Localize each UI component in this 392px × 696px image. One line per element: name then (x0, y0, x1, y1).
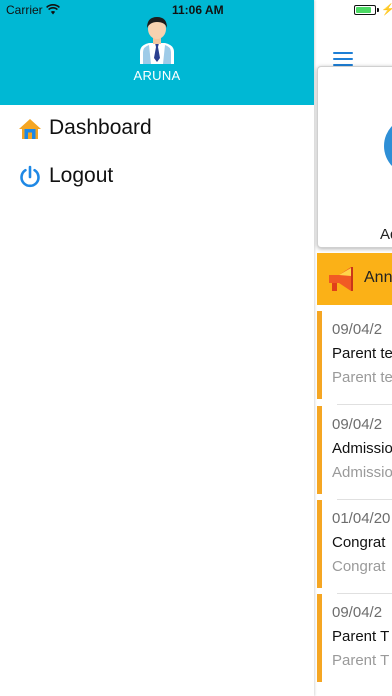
announcement-stripe (317, 406, 322, 494)
announcement-title: Admissio (332, 440, 392, 457)
announcement-title: Parent T (332, 628, 390, 645)
hamburger-icon-line (333, 58, 353, 60)
admin-icon (384, 117, 392, 175)
announcement-description: Parent T (332, 652, 390, 669)
battery-icon (354, 5, 376, 15)
announcement-description: Parent te (332, 369, 392, 386)
announcement-stripe (317, 500, 322, 588)
home-icon (19, 119, 41, 139)
announcement-description: Congrat (332, 558, 386, 575)
power-icon (20, 165, 40, 188)
side-drawer: ARUNA Dashboard Logout (0, 0, 314, 696)
hamburger-icon (333, 52, 353, 54)
admin-card[interactable]: Ad (317, 66, 392, 248)
announcement-title: Congrat (332, 534, 386, 551)
announcement-stripe (317, 594, 322, 682)
carrier-label: Carrier (6, 3, 43, 17)
menu-item-logout[interactable]: Logout (0, 154, 314, 200)
menu-item-label: Dashboard (49, 116, 152, 139)
status-time: 11:06 AM (172, 3, 224, 17)
battery-cap (377, 8, 379, 12)
drawer-username: ARUNA (133, 68, 181, 83)
announcement-item[interactable]: 09/04/2 Parent te Parent te (317, 311, 392, 405)
announcement-date: 01/04/20 (332, 510, 391, 527)
announcement-list: 09/04/2 Parent te Parent te 09/04/2 Admi… (317, 311, 392, 696)
announcement-date: 09/04/2 (332, 416, 383, 433)
megaphone-icon (329, 267, 353, 291)
announcement-date: 09/04/2 (332, 604, 383, 621)
announcement-date: 09/04/2 (332, 321, 383, 338)
announcement-stripe (317, 311, 322, 399)
menu-item-dashboard[interactable]: Dashboard (0, 106, 314, 152)
announcement-description: Admissio (332, 464, 392, 481)
announcement-item[interactable]: 09/04/2 Admissio Admissio (317, 406, 392, 500)
divider (337, 404, 392, 405)
battery-fill (356, 7, 371, 13)
menu-item-label: Logout (49, 164, 114, 187)
announcement-title: Parent te (332, 345, 392, 362)
wifi-icon (46, 4, 60, 15)
announcement-item[interactable]: 09/04/2 Parent T Parent T (317, 594, 392, 682)
status-bar: Carrier 11:06 AM ⚡ (0, 0, 392, 20)
announcement-header-label: Ann (364, 269, 392, 286)
announcement-item[interactable]: 01/04/20 Congrat Congrat (317, 500, 392, 594)
hamburger-menu-button[interactable] (333, 51, 353, 67)
admin-card-label: Ad (380, 226, 392, 243)
user-avatar-icon (140, 17, 174, 64)
announcement-header[interactable]: Ann (317, 253, 392, 305)
charging-icon: ⚡ (381, 4, 392, 16)
